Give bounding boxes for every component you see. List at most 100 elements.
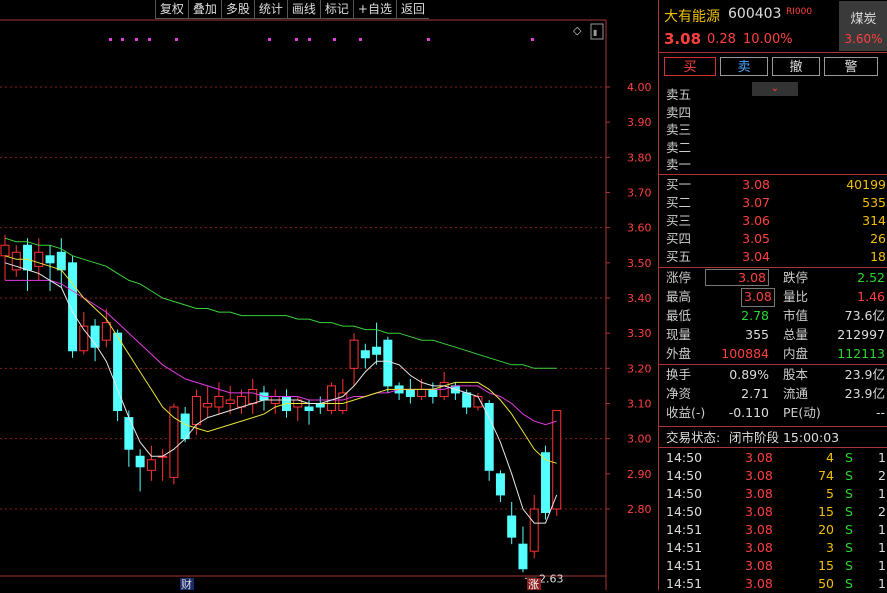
event-marker-dot bbox=[109, 38, 112, 41]
toolbar-button-5[interactable]: 标记 bbox=[319, 0, 353, 19]
bid-level-row[interactable]: 买五 3.04 18 bbox=[659, 248, 887, 266]
tick-side: S bbox=[845, 558, 853, 573]
tick-time: 14:51 bbox=[666, 540, 703, 555]
tick-volume: 50 bbox=[818, 576, 834, 591]
candle-body bbox=[56, 251, 66, 271]
ask-level-row[interactable]: 卖二 bbox=[659, 139, 887, 157]
toolbar-button-0[interactable]: 复权 bbox=[154, 0, 188, 19]
buy-button[interactable]: 买 bbox=[664, 57, 716, 76]
toolbar-button-7[interactable]: 返回 bbox=[395, 0, 429, 19]
bid-price: 3.06 bbox=[742, 213, 770, 228]
tick-row: 14:50 3.08 15 S 2 bbox=[659, 503, 887, 521]
price-change: 0.28 bbox=[707, 32, 736, 47]
inner-label: 内盘 bbox=[783, 346, 809, 361]
tick-time: 14:51 bbox=[666, 558, 703, 573]
tick-count: 2 bbox=[878, 468, 886, 483]
tick-row: 14:51 3.08 50 S 1 bbox=[659, 575, 887, 593]
candle-body bbox=[360, 350, 370, 359]
ask-level-row[interactable]: 卖三 bbox=[659, 121, 887, 139]
tick-row: 14:51 3.08 3 S 1 bbox=[659, 539, 887, 557]
tick-time: 14:50 bbox=[666, 450, 703, 465]
stock-tag: RI000 bbox=[786, 7, 813, 17]
y-tick-label: 3.70 bbox=[627, 187, 652, 200]
pe-value: -- bbox=[875, 405, 885, 420]
tick-count: 2 bbox=[878, 504, 886, 519]
tick-side: S bbox=[845, 522, 853, 537]
bid-volume: 18 bbox=[870, 249, 886, 264]
toolbar-button-1[interactable]: 叠加 bbox=[187, 0, 221, 19]
toolbar-button-6[interactable]: +自选 bbox=[352, 0, 396, 19]
bid-volume: 314 bbox=[862, 213, 886, 228]
toolbar-button-2[interactable]: 多股 bbox=[220, 0, 254, 19]
kline-chart-pane[interactable]: 4.00 3.90 3.80 3.70 3.60 3.50 3.40 3.30 3.20 3.10… bbox=[0, 0, 658, 590]
sector-badge[interactable]: 煤炭 3.60% bbox=[839, 1, 887, 51]
bid-level-row[interactable]: 买二 3.07 535 bbox=[659, 194, 887, 212]
candle-body bbox=[383, 339, 393, 387]
stock-name: 大有能源 bbox=[664, 9, 720, 25]
inner-value: 112113 bbox=[837, 346, 885, 361]
bid-level-label: 买一 bbox=[666, 177, 692, 192]
toolbar-button-4[interactable]: 画线 bbox=[286, 0, 320, 19]
low-annotation-label: 2.63 bbox=[539, 572, 564, 585]
turnover-label: 换手 bbox=[666, 367, 692, 382]
tick-time: 14:50 bbox=[666, 468, 703, 483]
bid-level-row[interactable]: 买一 3.08 40199 bbox=[659, 176, 887, 194]
tick-side: S bbox=[845, 468, 853, 483]
y-tick-label: 3.60 bbox=[627, 222, 652, 235]
eps-label: 收益(-) bbox=[666, 405, 706, 420]
tick-price: 3.08 bbox=[745, 450, 773, 465]
event-marker-dot bbox=[359, 38, 362, 41]
candle-body bbox=[327, 385, 337, 412]
quote-panel: 大有能源 600403 RI000 煤炭 3.60% 3.08 0.28 10.… bbox=[658, 0, 887, 593]
y-tick-label: 3.40 bbox=[627, 292, 652, 305]
candle-body bbox=[23, 244, 33, 271]
ask-level-label: 卖一 bbox=[666, 157, 692, 172]
candle-body bbox=[518, 543, 528, 570]
ask-level-row[interactable]: 卖五 bbox=[659, 86, 887, 104]
candle-body bbox=[315, 403, 325, 408]
bid-level-row[interactable]: 买四 3.05 26 bbox=[659, 230, 887, 248]
tick-volume: 20 bbox=[818, 522, 834, 537]
tick-price: 3.08 bbox=[745, 486, 773, 501]
tick-price: 3.08 bbox=[745, 468, 773, 483]
tick-count: 1 bbox=[878, 576, 886, 591]
tick-time: 14:50 bbox=[666, 486, 703, 501]
candle-body bbox=[552, 410, 562, 510]
bid-level-row[interactable]: 买三 3.06 314 bbox=[659, 212, 887, 230]
cancel-order-button[interactable]: 撤 bbox=[772, 57, 820, 76]
tick-volume: 5 bbox=[826, 486, 834, 501]
tick-count: 1 bbox=[878, 522, 886, 537]
ask-level-label: 卖二 bbox=[666, 139, 692, 155]
tick-row: 14:51 3.08 20 S 1 bbox=[659, 521, 887, 539]
candle-body bbox=[124, 417, 134, 450]
tick-count: 1 bbox=[878, 540, 886, 555]
shares-label: 股本 bbox=[783, 367, 809, 382]
tick-price: 3.08 bbox=[745, 540, 773, 555]
sell-button[interactable]: 卖 bbox=[720, 57, 768, 76]
kline-chart[interactable]: 4.00 3.90 3.80 3.70 3.60 3.50 3.40 3.30 3.20 3.10… bbox=[0, 0, 658, 590]
tick-volume: 15 bbox=[818, 504, 834, 519]
candle-body bbox=[248, 388, 258, 404]
finance-marker: 财 bbox=[181, 577, 192, 590]
candle-body bbox=[101, 322, 111, 341]
alert-button[interactable]: 警 bbox=[824, 57, 878, 76]
tick-price: 3.08 bbox=[745, 558, 773, 573]
high-label: 最高 bbox=[666, 289, 692, 304]
ask-level-row[interactable]: 卖一 bbox=[659, 156, 887, 174]
netasset-label: 净资 bbox=[666, 386, 692, 401]
shares-value: 23.9亿 bbox=[844, 367, 885, 382]
toolbar-button-3[interactable]: 统计 bbox=[253, 0, 287, 19]
y-tick-label: 3.90 bbox=[627, 116, 652, 129]
candle-body bbox=[236, 395, 246, 408]
ask-level-row[interactable]: 卖四 bbox=[659, 104, 887, 122]
tick-price: 3.08 bbox=[745, 522, 773, 537]
tick-row: 14:51 3.08 15 S 1 bbox=[659, 557, 887, 575]
bid-level-label: 买五 bbox=[666, 249, 692, 264]
event-marker-dot bbox=[295, 38, 298, 41]
event-marker-dot bbox=[175, 38, 178, 41]
candle-body bbox=[304, 406, 314, 412]
candle-body bbox=[428, 388, 438, 397]
turnover-value: 0.89% bbox=[729, 367, 769, 382]
last-price: 3.08 bbox=[664, 30, 702, 48]
y-tick-label: 3.00 bbox=[627, 433, 652, 446]
